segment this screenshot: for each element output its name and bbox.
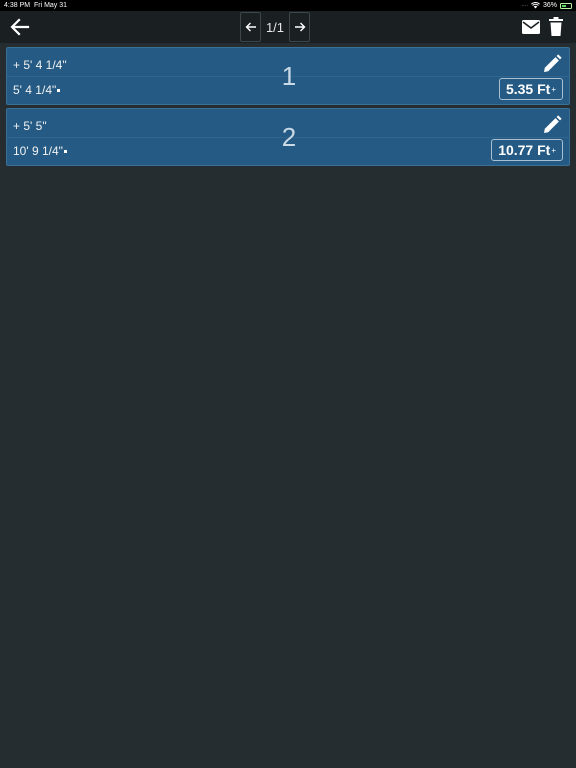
back-button[interactable] <box>8 15 32 39</box>
edit-button[interactable] <box>542 54 562 74</box>
added-measurement: + 5' 5" <box>13 119 47 133</box>
wifi-icon <box>531 2 540 9</box>
total-suffix: + <box>551 84 556 94</box>
total-badge[interactable]: 10.77 Ft + <box>491 139 563 161</box>
signal-dots-icon: .... <box>521 2 528 8</box>
added-measurement: + 5' 4 1/4" <box>13 58 67 72</box>
status-date: Fri May 31 <box>33 2 68 9</box>
email-button[interactable] <box>520 17 542 37</box>
previous-page-button[interactable] <box>240 12 261 42</box>
running-measurement: 5' 4 1/4" <box>13 83 61 97</box>
running-measurement: 10' 9 1/4" <box>13 144 67 158</box>
arrow-left-icon <box>245 22 256 32</box>
total-value: 10.77 Ft <box>498 142 551 158</box>
battery-percent: 36% <box>542 2 557 9</box>
entry-number: 1 <box>281 61 297 91</box>
status-time-date: 4:38 PM Fri May 31 <box>4 0 67 11</box>
total-badge[interactable]: 5.35 Ft + <box>498 78 563 100</box>
battery-icon <box>560 2 572 9</box>
entry-card[interactable]: + 5' 5" 10' 9 1/4" 2 10.77 Ft + <box>6 108 570 166</box>
running-measurement-value: 5' 4 1/4" <box>13 83 57 97</box>
page-indicator: 1/1 <box>265 19 285 35</box>
arrow-right-icon <box>294 22 305 32</box>
total-suffix: + <box>551 145 556 155</box>
mail-icon <box>522 20 540 34</box>
arrow-left-icon <box>10 18 30 36</box>
bullet-icon <box>57 89 61 93</box>
toolbar: 1/1 <box>0 11 576 43</box>
status-right: .... 36% <box>521 0 572 11</box>
status-time: 4:38 PM <box>4 2 31 9</box>
running-measurement-value: 10' 9 1/4" <box>13 144 63 158</box>
total-value: 5.35 Ft <box>505 81 551 97</box>
trash-icon <box>549 17 563 36</box>
delete-button[interactable] <box>547 16 565 38</box>
entry-card[interactable]: + 5' 4 1/4" 5' 4 1/4" 1 5.35 Ft + <box>6 47 570 105</box>
pencil-icon <box>544 115 562 133</box>
edit-button[interactable] <box>542 115 562 135</box>
next-page-button[interactable] <box>289 12 310 42</box>
entry-number: 2 <box>281 122 297 152</box>
pencil-icon <box>544 54 562 72</box>
bullet-icon <box>63 150 67 154</box>
pager: 1/1 <box>240 12 310 42</box>
status-bar: 4:38 PM Fri May 31 .... 36% <box>0 0 576 11</box>
